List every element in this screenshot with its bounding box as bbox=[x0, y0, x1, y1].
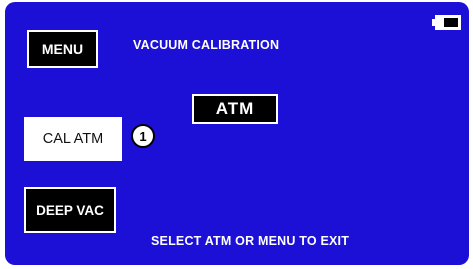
deep-vac-button[interactable]: DEEP VAC bbox=[24, 187, 116, 233]
menu-button[interactable]: MENU bbox=[27, 30, 98, 68]
battery-fill bbox=[443, 18, 458, 27]
footer-instruction: SELECT ATM OR MENU TO EXIT bbox=[151, 234, 350, 248]
device-screen: MENU VACUUM CALIBRATION ATM CAL ATM 1 DE… bbox=[5, 2, 469, 265]
page-title: VACUUM CALIBRATION bbox=[133, 38, 280, 52]
callout-badge: 1 bbox=[131, 124, 155, 148]
cal-atm-button[interactable]: CAL ATM bbox=[24, 117, 122, 161]
atm-button[interactable]: ATM bbox=[192, 94, 278, 124]
battery-body bbox=[435, 15, 461, 30]
battery-icon bbox=[432, 14, 462, 31]
